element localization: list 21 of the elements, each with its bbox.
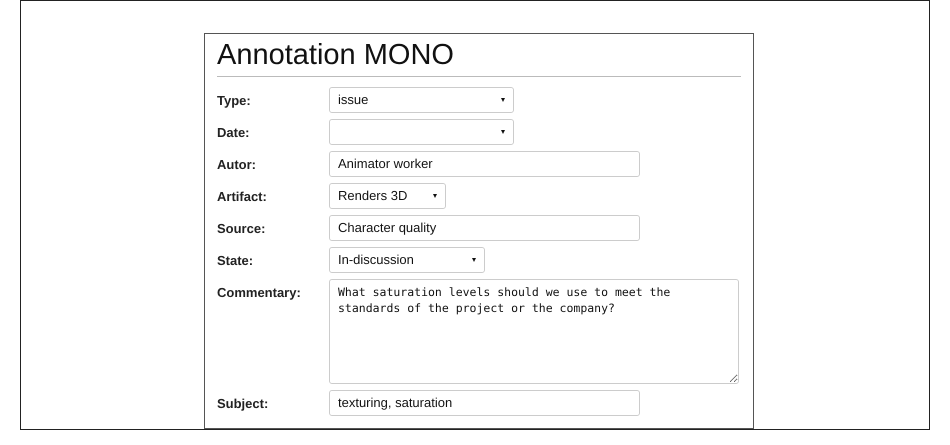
dropdown[interactable]: In-discussion [329,246,485,273]
field-label: Commentary: [217,284,302,302]
text-field[interactable]: Animator worker [329,150,640,177]
form-title: Annotation MONO [217,40,741,77]
field-label: Date: [217,124,251,142]
comment-field[interactable]: What saturation levels should we use to meet the standards of the project or the company? [329,278,739,384]
dropdown-caret-icon [501,98,505,102]
text-field[interactable]: Character quality [329,214,640,241]
field-label: Type: [217,92,252,110]
dropdown-caret-icon [501,130,505,134]
field-label: Artifact: [217,188,268,206]
dropdown[interactable] [329,118,514,145]
dropdown-caret-icon [472,258,476,262]
dropdown-caret-icon [433,194,437,198]
text-field[interactable]: texturing, saturation [329,390,640,416]
field-label: Source: [217,220,266,238]
field-label: State: [217,252,254,270]
dropdown[interactable]: Renders 3D [329,182,446,209]
field-label: Subject: [217,394,270,413]
field-label: Autor: [217,156,257,174]
dropdown[interactable]: issue [329,86,514,113]
